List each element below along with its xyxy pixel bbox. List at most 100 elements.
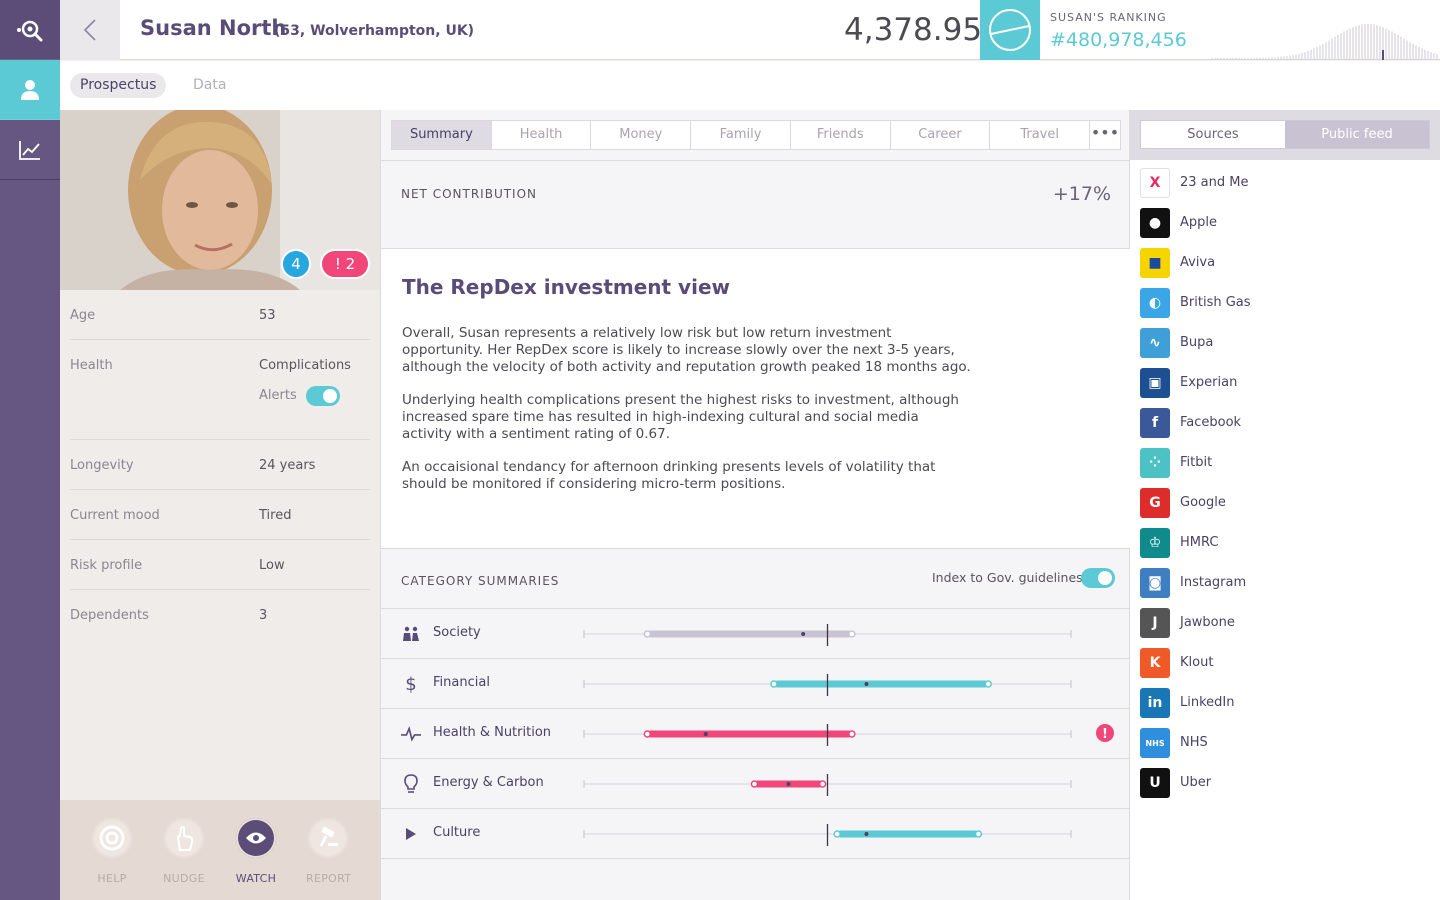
nav-analytics-icon[interactable] — [0, 120, 60, 180]
source-name: HMRC — [1180, 535, 1219, 550]
gavel-icon — [319, 826, 338, 847]
attribute-key: Age — [70, 308, 96, 323]
alert-badge[interactable]: ! 2 — [320, 249, 370, 279]
left-rail — [0, 0, 60, 900]
chevron-left-icon — [83, 19, 96, 41]
nudge-label: NUDGE — [163, 872, 205, 885]
nudge-button[interactable]: NUDGE — [162, 818, 206, 885]
tab-money[interactable]: Money — [591, 121, 692, 149]
google-logo-icon: G — [1140, 488, 1170, 518]
tab-health[interactable]: Health — [492, 121, 592, 149]
tab-family[interactable]: Family — [691, 121, 791, 149]
count-badge[interactable]: 4 — [281, 249, 311, 279]
more-tabs-ellipsis-icon[interactable]: ••• — [1090, 121, 1120, 149]
tab-sources[interactable]: Sources — [1141, 121, 1285, 148]
category-row-health-nutrition[interactable]: Health & Nutrition ! — [381, 709, 1131, 759]
range-low-handle — [833, 830, 841, 838]
watch-label: WATCH — [235, 872, 277, 885]
sub-navigation: Prospectus Data — [60, 61, 1440, 110]
ranking-label: SUSAN'S RANKING — [1050, 11, 1167, 24]
category-summaries-header: CATEGORY SUMMARIES Index to Gov. guideli… — [381, 549, 1131, 609]
financial-range-bar — [583, 674, 1072, 696]
range-point — [864, 682, 869, 686]
attribute-row-age: Age 53 — [70, 290, 370, 340]
fitbit-logo-icon: ⁘ — [1140, 448, 1170, 478]
source-name: Bupa — [1180, 335, 1214, 350]
source-name: 23 and Me — [1180, 175, 1249, 190]
range-point — [864, 832, 869, 836]
range-low-handle — [643, 630, 652, 638]
category-row-culture[interactable]: Culture — [381, 809, 1131, 859]
attribute-row-longevity: Longevity 24 years — [70, 440, 370, 490]
person-meta: (53, Wolverhampton, UK) — [274, 23, 475, 39]
nav-profile-icon[interactable] — [0, 60, 60, 120]
article-paragraph: Underlying health complications present … — [402, 392, 959, 442]
tab-travel[interactable]: Travel — [990, 121, 1091, 149]
bupa-logo-icon: ∿ — [1140, 328, 1170, 358]
person-name: Susan North — [140, 16, 287, 40]
range-low-handle — [770, 680, 778, 688]
ranking-gauge-icon — [980, 0, 1040, 60]
attribute-row-risk: Risk profile Low — [70, 540, 370, 590]
gov-guidelines-label: Index to Gov. guidelines — [932, 570, 1083, 585]
tab-summary[interactable]: Summary — [392, 121, 492, 149]
help-button[interactable]: HELP — [90, 818, 134, 885]
hand-pointer-icon — [176, 826, 194, 851]
source-name: NHS — [1180, 735, 1208, 750]
23-and-me-logo-icon: X — [1140, 168, 1170, 198]
attribute-value: Tired — [259, 508, 292, 523]
source-name: British Gas — [1180, 295, 1251, 310]
gov-guidelines-toggle[interactable] — [1081, 568, 1115, 588]
source-name: LinkedIn — [1180, 695, 1235, 710]
source-name: Google — [1180, 495, 1226, 510]
category-tabs: Summary Health Money Family Friends Care… — [391, 120, 1121, 150]
article-paragraph: An occaisional tendancy for afternoon dr… — [402, 459, 936, 492]
alert-icon-glyph: ! — [1102, 727, 1108, 742]
tab-data[interactable]: Data — [183, 73, 236, 98]
tab-public-feed[interactable]: Public feed — [1285, 121, 1429, 148]
range-low-handle — [643, 730, 652, 738]
nhs-logo-icon: NHS — [1140, 728, 1170, 758]
attribute-row-dependents: Dependents 3 — [70, 590, 370, 640]
range-high-handle — [984, 680, 992, 688]
alerts-toggle[interactable] — [306, 386, 340, 406]
main-panel: Summary Health Money Family Friends Care… — [380, 110, 1131, 900]
article-paragraph: Overall, Susan represents a relatively l… — [402, 325, 971, 375]
tab-friends[interactable]: Friends — [791, 121, 891, 149]
instagram-logo-icon: ◙ — [1140, 568, 1170, 598]
report-button[interactable]: REPORT — [306, 818, 351, 885]
jawbone-logo-icon: J — [1140, 608, 1170, 638]
hmrc-logo-icon: ♔ — [1140, 528, 1170, 558]
watch-button[interactable]: WATCH — [234, 818, 278, 885]
attribute-key: Dependents — [70, 608, 149, 623]
sources-panel: Sources Public feed X 23 and Me ● Apple ■ Avi… — [1130, 110, 1440, 900]
lifebuoy-icon — [99, 825, 125, 851]
attribute-value: Low — [259, 558, 285, 573]
range-high-handle — [848, 730, 856, 738]
source-name: Facebook — [1180, 415, 1242, 430]
attribute-row-mood: Current mood Tired — [70, 490, 370, 540]
eye-icon — [246, 832, 266, 844]
ranking-value: #480,978,456 — [1050, 29, 1187, 51]
source-name: Apple — [1180, 215, 1218, 230]
uber-logo-icon: U — [1140, 768, 1170, 798]
attribute-value: 3 — [259, 608, 268, 623]
attribute-key: Current mood — [70, 508, 160, 523]
range-fill — [647, 630, 852, 638]
range-high-handle — [818, 780, 827, 788]
attribute-row-health: Health Complications Alerts — [70, 340, 370, 440]
range-point — [786, 782, 791, 786]
tab-prospectus[interactable]: Prospectus — [70, 73, 167, 98]
source-name: Jawbone — [1180, 615, 1235, 630]
category-row-society[interactable]: Society — [381, 609, 1131, 659]
attribute-key: Health — [70, 358, 113, 373]
category-row-energy-carbon[interactable]: Energy & Carbon — [381, 759, 1131, 809]
culture-range-bar — [583, 824, 1072, 846]
app-logo-search-icon[interactable] — [0, 0, 60, 60]
article-title: The RepDex investment view — [402, 275, 730, 299]
range-high-handle — [848, 630, 856, 638]
source-name: Uber — [1180, 775, 1212, 790]
back-button[interactable] — [60, 0, 120, 60]
category-row-financial[interactable]: $ Financial — [381, 659, 1131, 709]
tab-career[interactable]: Career — [891, 121, 991, 149]
